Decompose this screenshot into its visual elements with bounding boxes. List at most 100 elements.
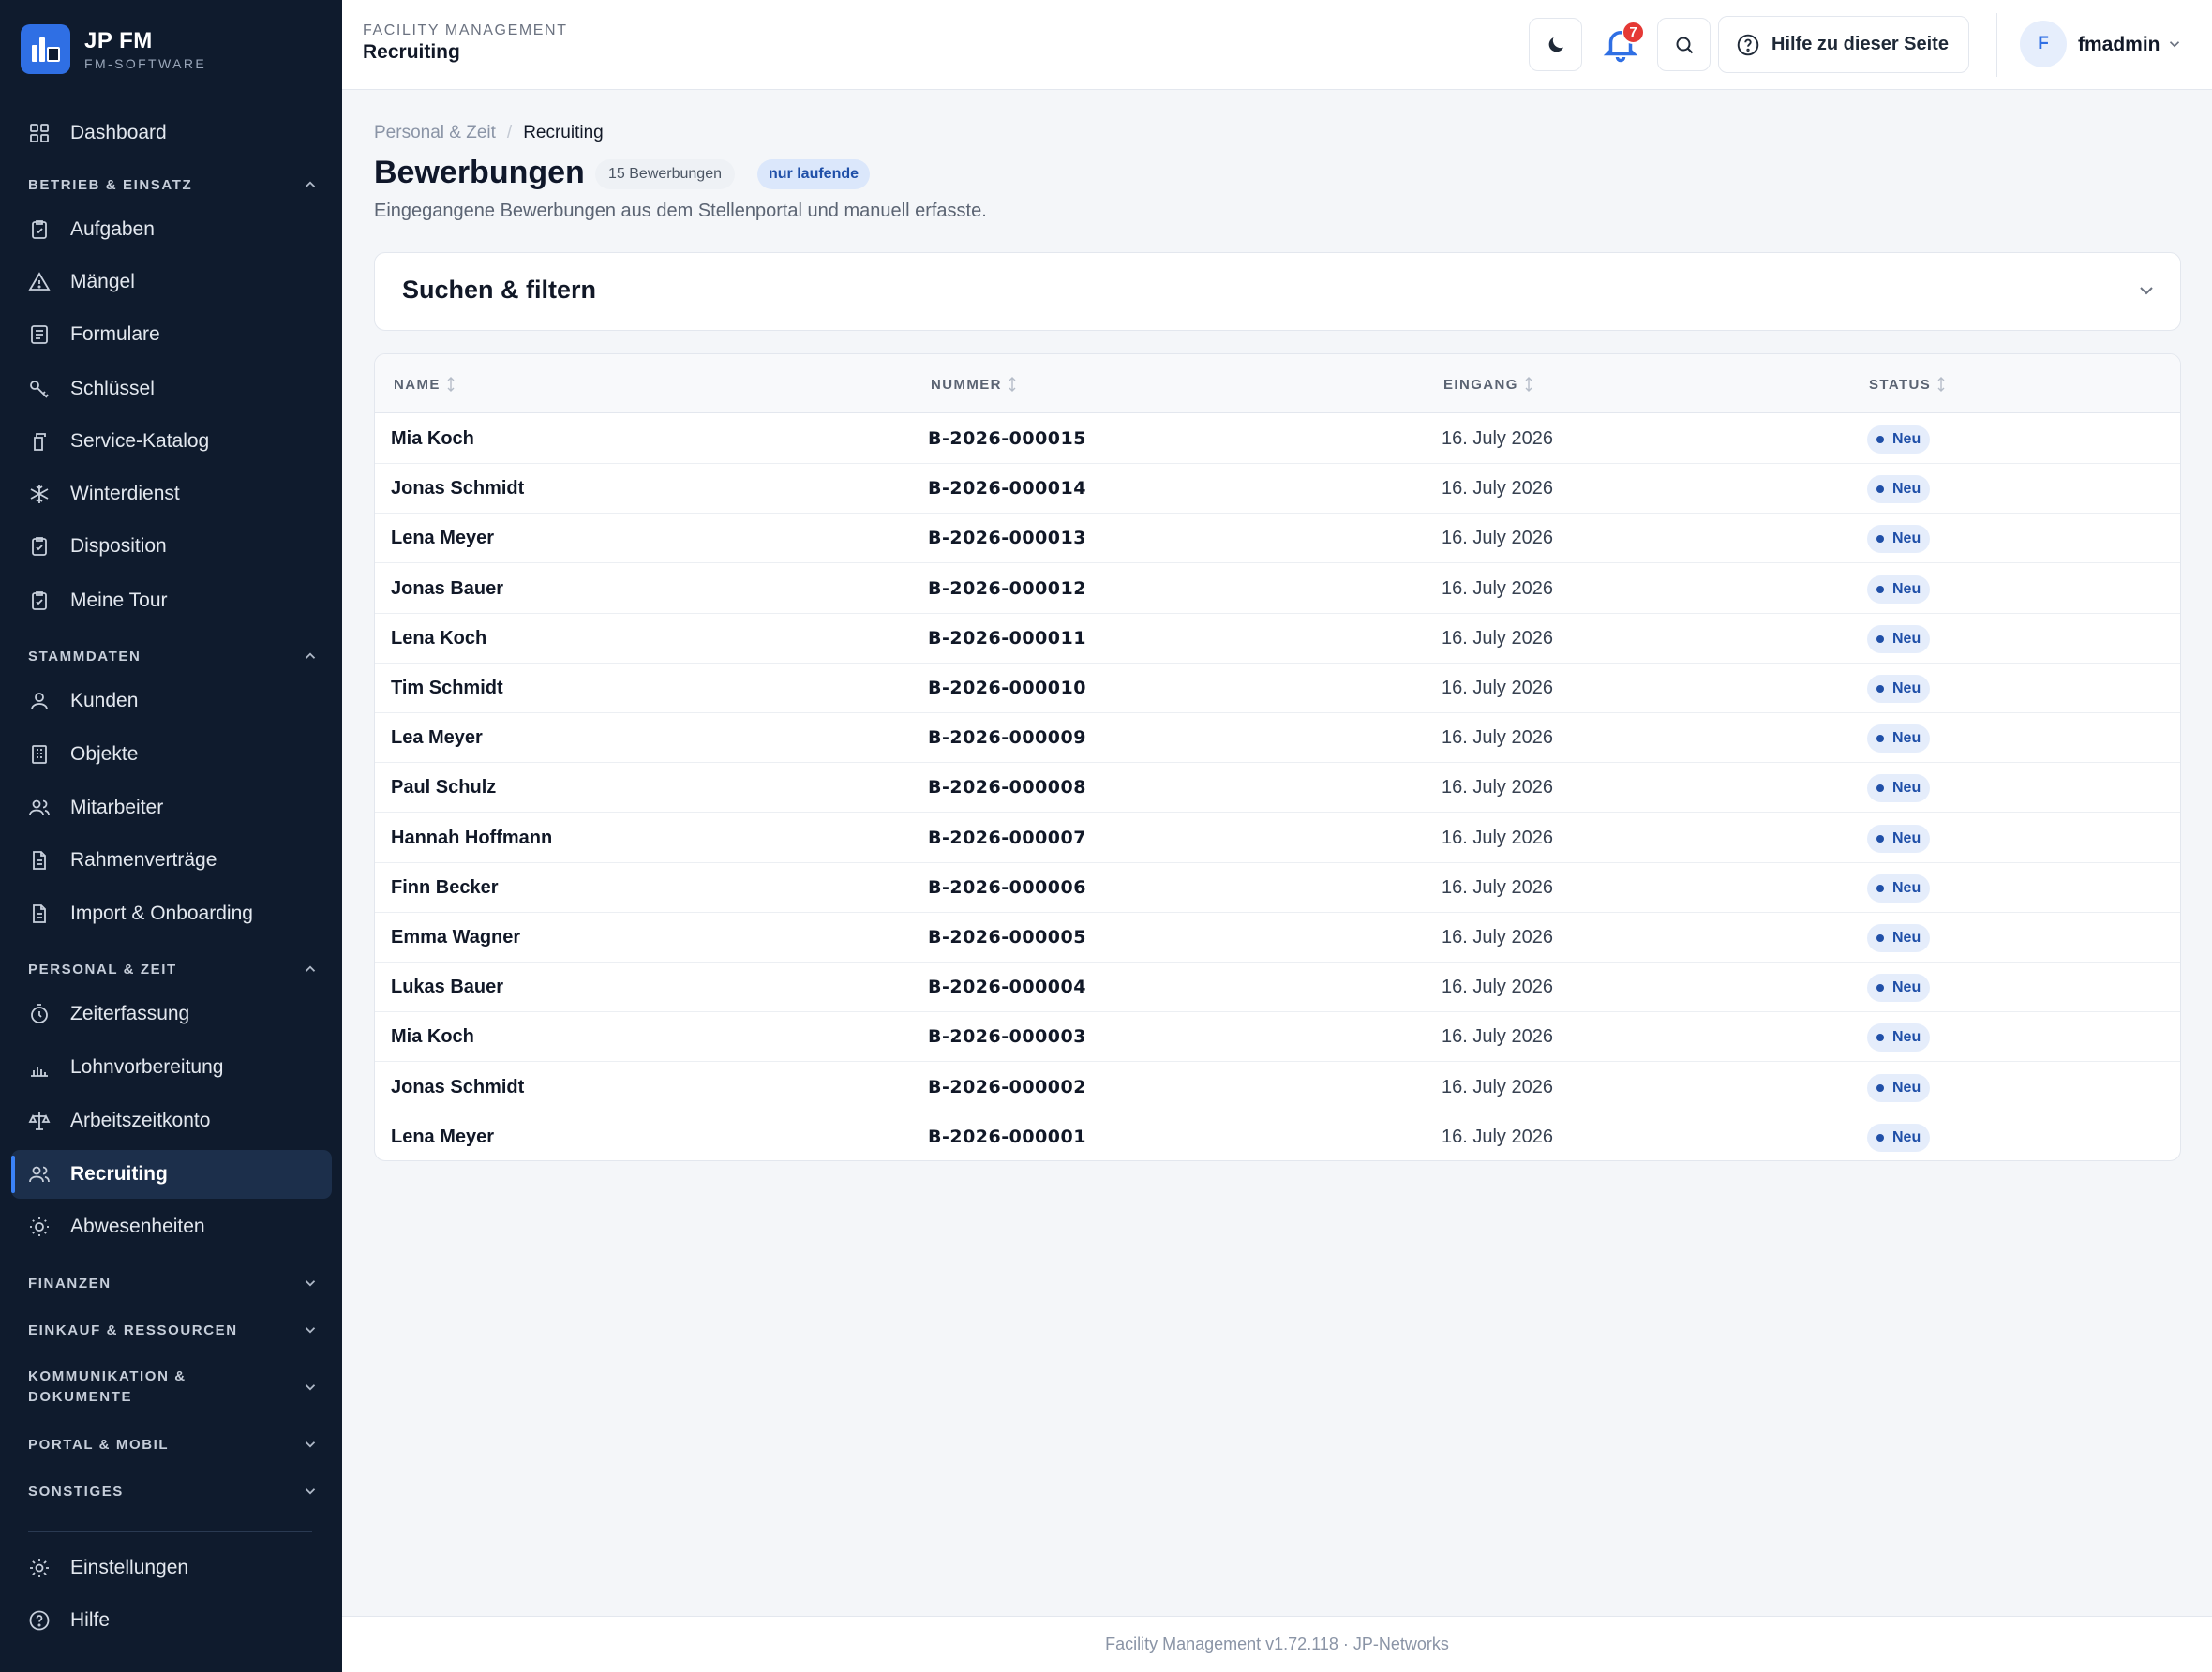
status-dot-icon — [1876, 436, 1884, 443]
applicant-name[interactable]: Mia Koch — [391, 1026, 474, 1048]
table-row[interactable]: Tim Schmidt B-2026-000010 16. July 2026 Neu — [375, 664, 2180, 713]
received-date: 16. July 2026 — [1442, 827, 1553, 848]
section-label: PORTAL & MOBIL — [28, 1436, 170, 1453]
applicant-name[interactable]: Lena Meyer — [391, 1127, 494, 1148]
table-row[interactable]: Paul Schulz B-2026-000008 16. July 2026 Neu — [375, 763, 2180, 814]
section-betrieb-einsatz[interactable]: BETRIEB & EINSATZ — [28, 176, 319, 193]
section-sonstiges[interactable]: SONSTIGES — [28, 1483, 319, 1500]
chevron-up-icon — [302, 176, 319, 193]
column-header-status[interactable]: STATUS — [1869, 376, 1946, 393]
applicant-name[interactable]: Jonas Schmidt — [391, 478, 524, 500]
applicant-name[interactable]: Tim Schmidt — [391, 678, 503, 699]
table-row[interactable]: Lea Meyer B-2026-000009 16. July 2026 Neu — [375, 713, 2180, 764]
import-document-icon — [27, 902, 52, 926]
sidebar-item-disposition[interactable]: Disposition — [11, 522, 332, 571]
section-einkauf-ressourcen[interactable]: EINKAUF & RESSOURCEN — [28, 1321, 319, 1338]
status-badge: Neu — [1867, 724, 1931, 754]
table-row[interactable]: Mia Koch B-2026-000003 16. July 2026 Neu — [375, 1012, 2180, 1063]
applicant-name[interactable]: Lukas Bauer — [391, 977, 503, 998]
received-date: 16. July 2026 — [1442, 577, 1553, 599]
section-portal-mobil[interactable]: PORTAL & MOBIL — [28, 1436, 319, 1453]
status-dot-icon — [1876, 1083, 1884, 1092]
application-number: B-2026-000010 — [928, 678, 1086, 698]
received-date: 16. July 2026 — [1442, 876, 1553, 898]
scale-icon — [27, 1109, 52, 1133]
applicant-name[interactable]: Lea Meyer — [391, 727, 483, 749]
sidebar-item-hilfe[interactable]: Hilfe — [11, 1596, 332, 1645]
sidebar-item-zeiterfassung[interactable]: Zeiterfassung — [11, 990, 332, 1038]
sidebar-item-abwesenheiten[interactable]: Abwesenheiten — [11, 1202, 332, 1251]
applicant-name[interactable]: Jonas Schmidt — [391, 1077, 524, 1098]
status-label: Neu — [1892, 431, 1921, 447]
sidebar-item-meine-tour[interactable]: Meine Tour — [11, 576, 332, 625]
applicant-name[interactable]: Finn Becker — [391, 877, 498, 899]
page-help-button[interactable]: Hilfe zu dieser Seite — [1718, 16, 1969, 73]
applicant-name[interactable]: Lena Koch — [391, 628, 486, 649]
table-row[interactable]: Emma Wagner B-2026-000005 16. July 2026 Neu — [375, 913, 2180, 963]
sidebar-item-label: Lohnvorbereitung — [70, 1056, 224, 1078]
applicant-name[interactable]: Hannah Hoffmann — [391, 828, 552, 849]
table-row[interactable]: Finn Becker B-2026-000006 16. July 2026 Neu — [375, 863, 2180, 913]
column-header-name[interactable]: NAME — [394, 376, 456, 393]
chevron-down-icon — [302, 1275, 319, 1291]
received-date: 16. July 2026 — [1442, 777, 1553, 799]
sidebar-item-schluessel[interactable]: Schlüssel — [11, 365, 332, 413]
table-row[interactable]: Lukas Bauer B-2026-000004 16. July 2026 Neu — [375, 963, 2180, 1013]
status-label: Neu — [1892, 780, 1921, 797]
brand[interactable]: JP FM FM-SOFTWARE — [21, 24, 206, 74]
chevron-down-icon[interactable] — [2166, 36, 2183, 52]
column-label: EINGANG — [1443, 376, 1518, 393]
section-stammdaten[interactable]: STAMMDATEN — [28, 648, 319, 664]
sidebar-item-recruiting[interactable]: Recruiting — [11, 1150, 332, 1199]
sidebar-item-maengel[interactable]: Mängel — [11, 258, 332, 306]
column-header-nummer[interactable]: NUMMER — [931, 376, 1017, 393]
search-filter-panel[interactable]: Suchen & filtern — [374, 252, 2181, 331]
sidebar-item-label: Formulare — [70, 323, 160, 345]
sidebar-item-rahmenvertraege[interactable]: Rahmenverträge — [11, 836, 332, 885]
table-row[interactable]: Lena Meyer B-2026-000013 16. July 2026 Neu — [375, 514, 2180, 564]
table-row[interactable]: Jonas Schmidt B-2026-000014 16. July 2026 N… — [375, 464, 2180, 515]
sidebar-item-aufgaben[interactable]: Aufgaben — [11, 205, 332, 254]
applicant-name[interactable]: Mia Koch — [391, 428, 474, 450]
sidebar-item-import-onboarding[interactable]: Import & Onboarding — [11, 889, 332, 938]
table-row[interactable]: Lena Meyer B-2026-000001 16. July 2026 Neu — [375, 1112, 2180, 1160]
application-number: B-2026-000005 — [928, 927, 1086, 948]
sidebar-item-formulare[interactable]: Formulare — [11, 310, 332, 359]
chevron-up-icon — [302, 961, 319, 978]
table-row[interactable]: Jonas Schmidt B-2026-000002 16. July 2026 N… — [375, 1063, 2180, 1112]
footer: Facility Management v1.72.118 · JP-Netwo… — [342, 1616, 2212, 1672]
user-name[interactable]: fmadmin — [2078, 34, 2160, 56]
table-row[interactable]: Lena Koch B-2026-000011 16. July 2026 Neu — [375, 614, 2180, 664]
sidebar-item-einstellungen[interactable]: Einstellungen — [11, 1544, 332, 1592]
filter-status-badge[interactable]: nur laufende — [757, 159, 871, 189]
section-label: FINANZEN — [28, 1275, 112, 1291]
chevron-down-icon[interactable] — [2135, 279, 2158, 302]
applicant-name[interactable]: Lena Meyer — [391, 528, 494, 549]
section-personal-zeit[interactable]: PERSONAL & ZEIT — [28, 961, 319, 978]
search-button[interactable] — [1657, 18, 1711, 71]
application-number: B-2026-000007 — [928, 827, 1086, 848]
breadcrumb-parent-link[interactable]: Personal & Zeit — [374, 123, 496, 143]
sidebar-item-kunden[interactable]: Kunden — [11, 677, 332, 725]
sidebar-item-dashboard[interactable]: Dashboard — [11, 109, 332, 157]
column-header-eingang[interactable]: EINGANG — [1443, 376, 1533, 393]
dark-mode-toggle-button[interactable] — [1529, 18, 1582, 71]
sidebar-item-objekte[interactable]: Objekte — [11, 730, 332, 779]
sidebar-item-service-katalog[interactable]: Service-Katalog — [11, 417, 332, 466]
table-row[interactable]: Jonas Bauer B-2026-000012 16. July 2026 Neu — [375, 564, 2180, 614]
sidebar-item-winterdienst[interactable]: Winterdienst — [11, 470, 332, 518]
table-row[interactable]: Hannah Hoffmann B-2026-000007 16. July 202… — [375, 814, 2180, 863]
applications-table: NAME NUMMER EINGANG STATUS Mia Koch B-202… — [374, 353, 2181, 1161]
footer-version-text: Facility Management v1.72.118 · JP-Netwo… — [1105, 1635, 1449, 1653]
section-kommunikation-dokumente[interactable]: KOMMUNIKATION & DOKUMENTE — [28, 1366, 319, 1408]
section-label-line: DOKUMENTE — [28, 1389, 133, 1405]
section-finanzen[interactable]: FINANZEN — [28, 1275, 319, 1291]
applicant-name[interactable]: Emma Wagner — [391, 927, 520, 948]
sidebar-item-mitarbeiter[interactable]: Mitarbeiter — [11, 784, 332, 832]
avatar[interactable]: F — [2020, 21, 2067, 67]
sidebar-item-lohnvorbereitung[interactable]: Lohnvorbereitung — [11, 1043, 332, 1092]
applicant-name[interactable]: Jonas Bauer — [391, 578, 503, 600]
sidebar-item-arbeitszeitkonto[interactable]: Arbeitszeitkonto — [11, 1097, 332, 1145]
table-row[interactable]: Mia Koch B-2026-000015 16. July 2026 Neu — [375, 414, 2180, 464]
applicant-name[interactable]: Paul Schulz — [391, 777, 496, 799]
